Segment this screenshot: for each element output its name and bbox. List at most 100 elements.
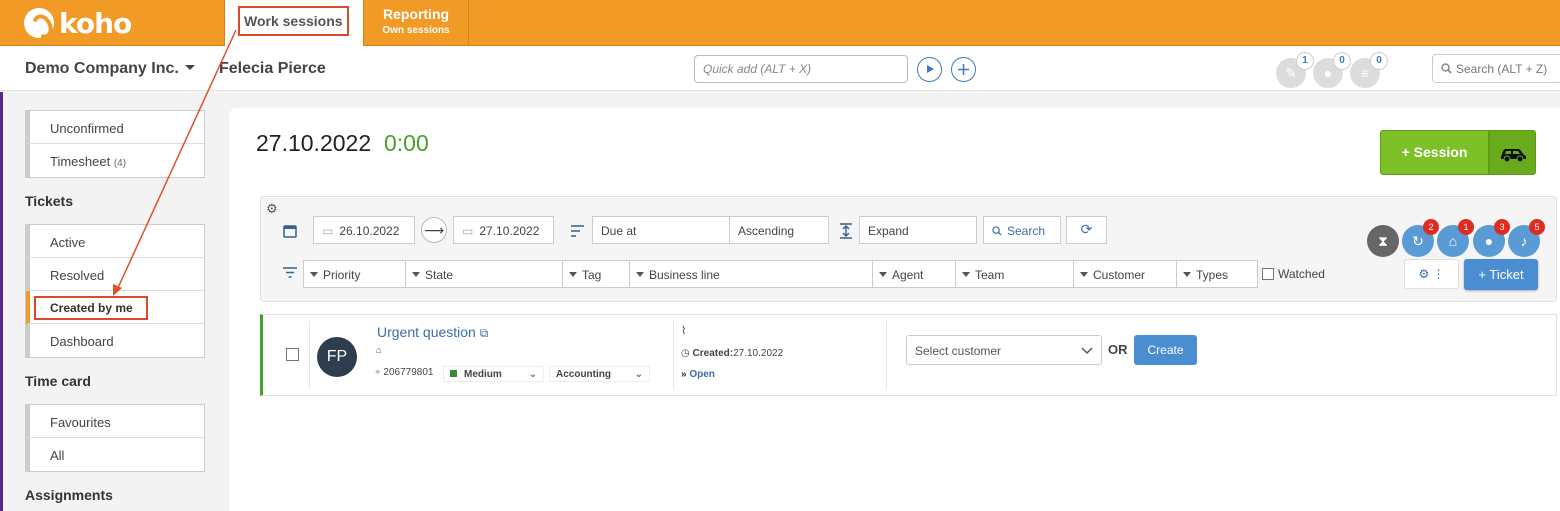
- add-button[interactable]: [951, 57, 976, 82]
- koho-logo[interactable]: koho: [24, 7, 132, 40]
- dropdown-label: State: [425, 268, 454, 282]
- external-link-icon[interactable]: ⧉: [480, 326, 489, 340]
- settings-gear-icon[interactable]: ⚙: [266, 201, 278, 217]
- refresh-icon: ⟳: [1080, 221, 1093, 237]
- play-button[interactable]: [917, 57, 942, 82]
- timesheet-count: (4): [113, 158, 127, 169]
- ticket-notifications[interactable]: ✎ 1: [1276, 52, 1314, 88]
- refresh-button[interactable]: ⟳: [1066, 216, 1107, 244]
- ticket-subject: Urgent question: [377, 324, 476, 340]
- bell-badge: 5: [1529, 219, 1545, 235]
- calendar-icon: [283, 225, 297, 238]
- quick-add-input[interactable]: Quick add (ALT + X): [694, 55, 908, 83]
- divider: [886, 321, 887, 389]
- home-icon: ⌂: [1448, 233, 1458, 249]
- column-settings-button[interactable]: ⚙ ⋮: [1404, 259, 1459, 289]
- sidebar-item-label: Active: [50, 235, 86, 250]
- company-selector[interactable]: Demo Company Inc.: [25, 60, 195, 78]
- business-line-dropdown[interactable]: Business line: [629, 260, 873, 288]
- sidebar-item-label: All: [50, 448, 65, 463]
- select-customer-dropdown[interactable]: Select customer: [906, 335, 1102, 365]
- sort-icon: [571, 225, 584, 237]
- list-count: 0: [1370, 52, 1388, 70]
- created-by-me-highlight[interactable]: Created by me: [34, 296, 148, 320]
- date-from-input[interactable]: ▭ 26.10.2022: [313, 216, 415, 244]
- create-customer-button[interactable]: Create: [1134, 335, 1197, 365]
- users-count: 0: [1333, 52, 1351, 70]
- sidebar-item-resolved[interactable]: Resolved: [26, 258, 204, 291]
- date-from-value: 26.10.2022: [339, 224, 400, 238]
- home-filter-button[interactable]: ⌂ 1: [1437, 219, 1474, 257]
- filter-icon: [283, 267, 297, 278]
- caret-down-icon: [879, 272, 887, 277]
- user-badge: 3: [1494, 219, 1510, 235]
- add-session-button[interactable]: + Session: [1380, 130, 1489, 175]
- add-ticket-button[interactable]: + Ticket: [1464, 259, 1538, 290]
- tickets-heading: Tickets: [25, 193, 73, 209]
- caret-down-icon: [310, 272, 318, 277]
- ticket-subject-link[interactable]: Urgent question ⧉: [377, 324, 488, 341]
- sidebar-item-label: Favourites: [50, 415, 111, 430]
- tag-dropdown[interactable]: Tag: [562, 260, 630, 288]
- agent-dropdown[interactable]: Agent: [872, 260, 956, 288]
- chevron-down-icon: ⌄: [528, 369, 537, 380]
- or-separator: OR: [1108, 342, 1128, 357]
- user-icon: ●: [1484, 233, 1494, 249]
- caret-down-icon: [636, 272, 644, 277]
- sidebar-item-label: Timesheet: [50, 154, 111, 169]
- ticket-checkbox[interactable]: [286, 348, 299, 361]
- caret-down-icon: [1183, 272, 1191, 277]
- recurring-24h-icon: ↻: [1412, 233, 1424, 249]
- types-dropdown[interactable]: Types: [1176, 260, 1258, 288]
- search-button[interactable]: Search: [983, 216, 1061, 244]
- trend-icon: ⌇: [681, 325, 687, 337]
- team-dropdown[interactable]: Team: [955, 260, 1074, 288]
- sort-field-select[interactable]: Due at: [592, 216, 730, 244]
- date-to-value: 27.10.2022: [479, 224, 540, 238]
- top-navigation-bar: koho Work sessions Reporting Own session…: [0, 0, 1560, 47]
- list-notifications[interactable]: ≡ 0: [1350, 52, 1388, 88]
- sidebar-item-active[interactable]: Active: [26, 225, 204, 258]
- priority-value: Medium: [464, 369, 502, 380]
- timer-button[interactable]: ⧗: [1367, 225, 1399, 257]
- session-duration: 0:00: [384, 130, 429, 156]
- bell-icon: ♪: [1520, 233, 1528, 249]
- user-filter-button[interactable]: ● 3: [1473, 219, 1510, 257]
- search-icon: [1441, 63, 1452, 74]
- sort-order-select[interactable]: Ascending: [729, 216, 829, 244]
- users-notifications[interactable]: ● 0: [1313, 52, 1351, 88]
- state-dropdown[interactable]: State: [405, 260, 563, 288]
- gear-icon: ⚙ ⋮: [1418, 267, 1445, 281]
- user-name: Felecia Pierce: [219, 60, 326, 77]
- tab-reporting[interactable]: Reporting Own sessions: [364, 0, 469, 46]
- recurring-button[interactable]: ↻ 2: [1402, 219, 1439, 257]
- sidebar-group-tickets: Active Resolved Dashboard: [25, 224, 205, 358]
- priority-dropdown[interactable]: Priority: [303, 260, 406, 288]
- global-search-input[interactable]: Search (ALT + Z): [1432, 54, 1560, 83]
- business-line-tag[interactable]: Accounting ⌄: [549, 366, 650, 382]
- sidebar-item-label: Dashboard: [50, 334, 114, 349]
- ticket-status[interactable]: » Open: [681, 369, 715, 380]
- header-bar: Demo Company Inc. Felecia Pierce Quick a…: [0, 46, 1560, 91]
- priority-tag[interactable]: Medium ⌄: [443, 366, 544, 382]
- select-customer-placeholder: Select customer: [915, 344, 1002, 358]
- search-button-label: Search: [1007, 224, 1046, 238]
- calendar-small-icon: ▭: [322, 224, 334, 238]
- customer-dropdown[interactable]: Customer: [1073, 260, 1177, 288]
- travel-button[interactable]: [1489, 130, 1536, 175]
- sidebar-item-timesheet[interactable]: Timesheet (4): [26, 144, 204, 177]
- sidebar-item-all[interactable]: All: [26, 438, 204, 471]
- sidebar-item-unconfirmed[interactable]: Unconfirmed: [26, 111, 204, 144]
- watched-checkbox[interactable]: [1262, 268, 1274, 280]
- date-range-arrow-icon: ⟶: [421, 217, 447, 243]
- tab-work-sessions[interactable]: Work sessions: [224, 0, 364, 47]
- sidebar-item-dashboard[interactable]: Dashboard: [26, 324, 204, 357]
- expand-select[interactable]: Expand: [859, 216, 977, 244]
- timecard-heading: Time card: [25, 373, 91, 389]
- date-to-input[interactable]: ▭ 27.10.2022: [453, 216, 554, 244]
- sidebar: Unconfirmed Timesheet (4) Tickets Active…: [3, 92, 229, 511]
- sidebar-item-favourites[interactable]: Favourites: [26, 405, 204, 438]
- bell-filter-button[interactable]: ♪ 5: [1508, 219, 1545, 257]
- watched-toggle[interactable]: Watched: [1262, 267, 1325, 281]
- ticket-row[interactable]: FP Urgent question ⧉ ⌂ ⌖ 206779801 Mediu…: [260, 314, 1557, 396]
